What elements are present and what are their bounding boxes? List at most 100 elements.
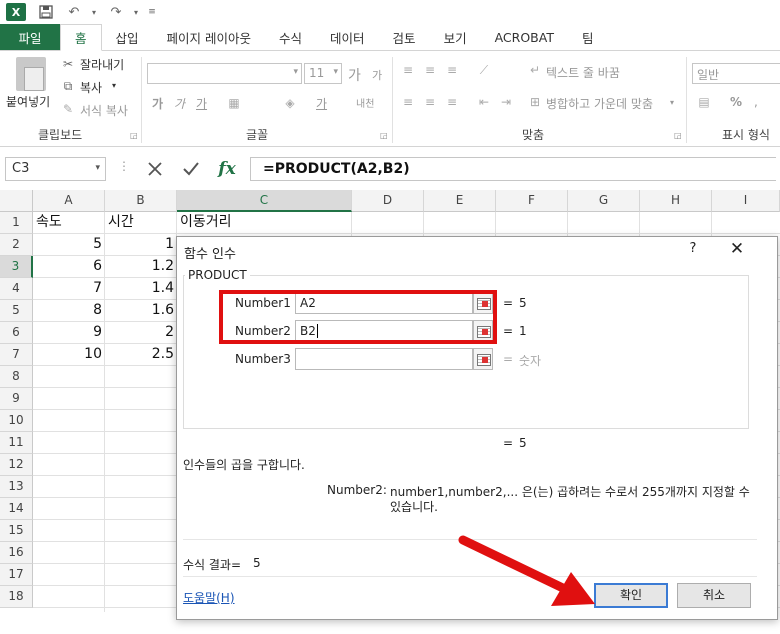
font-name-combo[interactable]: ▾ [147, 63, 302, 84]
row-header-4[interactable]: 4 [0, 278, 33, 300]
format-painter-button[interactable]: 서식 복사 [80, 102, 128, 119]
row-header-12[interactable]: 12 [0, 454, 33, 476]
cancel-entry-icon[interactable] [142, 157, 168, 181]
column-header-a[interactable]: A [33, 190, 105, 212]
select-all-corner[interactable] [0, 190, 33, 212]
align-top-icon[interactable]: ≡ [400, 63, 416, 77]
name-box[interactable]: C3 ▾ [5, 157, 106, 181]
shrink-font-button[interactable]: 가 [372, 67, 382, 83]
save-icon[interactable] [36, 3, 56, 21]
row-header-17[interactable]: 17 [0, 564, 33, 586]
grow-font-button[interactable]: 가 [348, 65, 361, 85]
cell-c1[interactable]: 이동거리 [177, 212, 352, 234]
row-header-18[interactable]: 18 [0, 586, 33, 608]
row-header-11[interactable]: 11 [0, 432, 33, 454]
comma-style-icon[interactable]: , [754, 95, 758, 109]
redo-icon[interactable]: ↷ [106, 3, 126, 21]
align-left-icon[interactable]: ≡ [400, 95, 416, 109]
accounting-format-icon[interactable]: ▤ [696, 95, 712, 109]
insert-function-button[interactable]: fx [214, 157, 240, 181]
close-icon[interactable]: ✕ [727, 239, 747, 259]
column-header-i[interactable]: I [712, 190, 780, 212]
row-header-14[interactable]: 14 [0, 498, 33, 520]
undo-dropdown-icon[interactable]: ▾ [84, 3, 104, 21]
bold-button[interactable]: 가 [152, 95, 163, 112]
row-header-15[interactable]: 15 [0, 520, 33, 542]
font-size-combo[interactable]: 11 ▾ [304, 63, 342, 84]
row-header-3[interactable]: 3 [0, 256, 33, 278]
increase-indent-icon[interactable]: ⇥ [498, 95, 514, 109]
column-header-h[interactable]: H [640, 190, 712, 212]
undo-icon[interactable]: ↶ [64, 3, 84, 21]
cell-b3[interactable]: 1.2 [105, 256, 177, 278]
column-header-e[interactable]: E [424, 190, 496, 212]
decrease-indent-icon[interactable]: ⇤ [476, 95, 492, 109]
align-bottom-icon[interactable]: ≡ [444, 63, 460, 77]
paste-icon[interactable] [16, 57, 46, 91]
cell-a6[interactable]: 9 [33, 322, 105, 344]
cell-a1[interactable]: 속도 [33, 212, 105, 234]
row-header-8[interactable]: 8 [0, 366, 33, 388]
row-header-1[interactable]: 1 [0, 212, 33, 234]
alignment-launcher-icon[interactable]: ◲ [674, 131, 682, 140]
merge-center-button[interactable]: 병합하고 가운데 맞춤 [546, 95, 653, 112]
row-header-7[interactable]: 7 [0, 344, 33, 366]
tab-home[interactable]: 홈 [60, 24, 102, 51]
wrap-text-button[interactable]: 텍스트 줄 바꿈 [546, 64, 620, 81]
tab-page-layout[interactable]: 페이지 레이아웃 [153, 24, 265, 50]
formula-input[interactable]: =PRODUCT(A2,B2) [250, 157, 776, 181]
number3-input[interactable] [295, 348, 473, 370]
tab-insert[interactable]: 삽입 [102, 24, 153, 50]
tab-formulas[interactable]: 수식 [265, 24, 316, 50]
tab-team[interactable]: 팀 [568, 24, 608, 50]
align-center-icon[interactable]: ≡ [422, 95, 438, 109]
column-header-d[interactable]: D [352, 190, 424, 212]
copy-button[interactable]: 복사 [80, 79, 102, 96]
row-header-10[interactable]: 10 [0, 410, 33, 432]
merge-dropdown-icon[interactable]: ▾ [670, 98, 674, 107]
confirm-entry-icon[interactable] [178, 157, 204, 181]
number-format-combo[interactable]: 일반 [692, 63, 780, 84]
fill-color-icon[interactable]: ◈ [282, 96, 298, 110]
column-header-c[interactable]: C [177, 190, 352, 212]
row-header-13[interactable]: 13 [0, 476, 33, 498]
cell-b5[interactable]: 1.6 [105, 300, 177, 322]
clipboard-launcher-icon[interactable]: ◲ [130, 131, 138, 140]
help-link[interactable]: 도움말(H) [183, 589, 235, 606]
cell-a5[interactable]: 8 [33, 300, 105, 322]
customize-toolbar-icon[interactable]: ≡ [142, 3, 162, 21]
column-header-g[interactable]: G [568, 190, 640, 212]
tab-acrobat[interactable]: ACROBAT [481, 24, 568, 50]
underline-button[interactable]: 가 [196, 95, 207, 112]
cell-a2[interactable]: 5 [33, 234, 105, 256]
align-right-icon[interactable]: ≡ [444, 95, 460, 109]
ok-button[interactable]: 확인 [594, 583, 668, 608]
border-icon[interactable]: ▦ [226, 96, 242, 110]
cell-b7[interactable]: 2.5 [105, 344, 177, 366]
align-middle-icon[interactable]: ≡ [422, 63, 438, 77]
column-header-f[interactable]: F [496, 190, 568, 212]
help-icon[interactable]: ? [685, 241, 701, 256]
tab-data[interactable]: 데이터 [316, 24, 379, 50]
tab-view[interactable]: 보기 [430, 24, 481, 50]
row-header-16[interactable]: 16 [0, 542, 33, 564]
column-header-b[interactable]: B [105, 190, 177, 212]
orientation-icon[interactable]: ⟋ [476, 63, 492, 77]
font-color-button[interactable]: 가 [316, 95, 327, 112]
phonetic-button[interactable]: 내천 [356, 95, 374, 110]
row-header-6[interactable]: 6 [0, 322, 33, 344]
paste-button[interactable]: 붙여넣기 [6, 93, 50, 110]
cell-a7[interactable]: 10 [33, 344, 105, 366]
cell-a4[interactable]: 7 [33, 278, 105, 300]
tab-review[interactable]: 검토 [379, 24, 430, 50]
cell-b4[interactable]: 1.4 [105, 278, 177, 300]
cancel-button[interactable]: 취소 [677, 583, 751, 608]
italic-button[interactable]: 가 [174, 95, 185, 112]
cut-button[interactable]: 잘라내기 [80, 56, 124, 73]
cell-b6[interactable]: 2 [105, 322, 177, 344]
row-header-2[interactable]: 2 [0, 234, 33, 256]
row-header-9[interactable]: 9 [0, 388, 33, 410]
font-launcher-icon[interactable]: ◲ [380, 131, 388, 140]
cell-b2[interactable]: 1 [105, 234, 177, 256]
cell-a3[interactable]: 6 [33, 256, 105, 278]
